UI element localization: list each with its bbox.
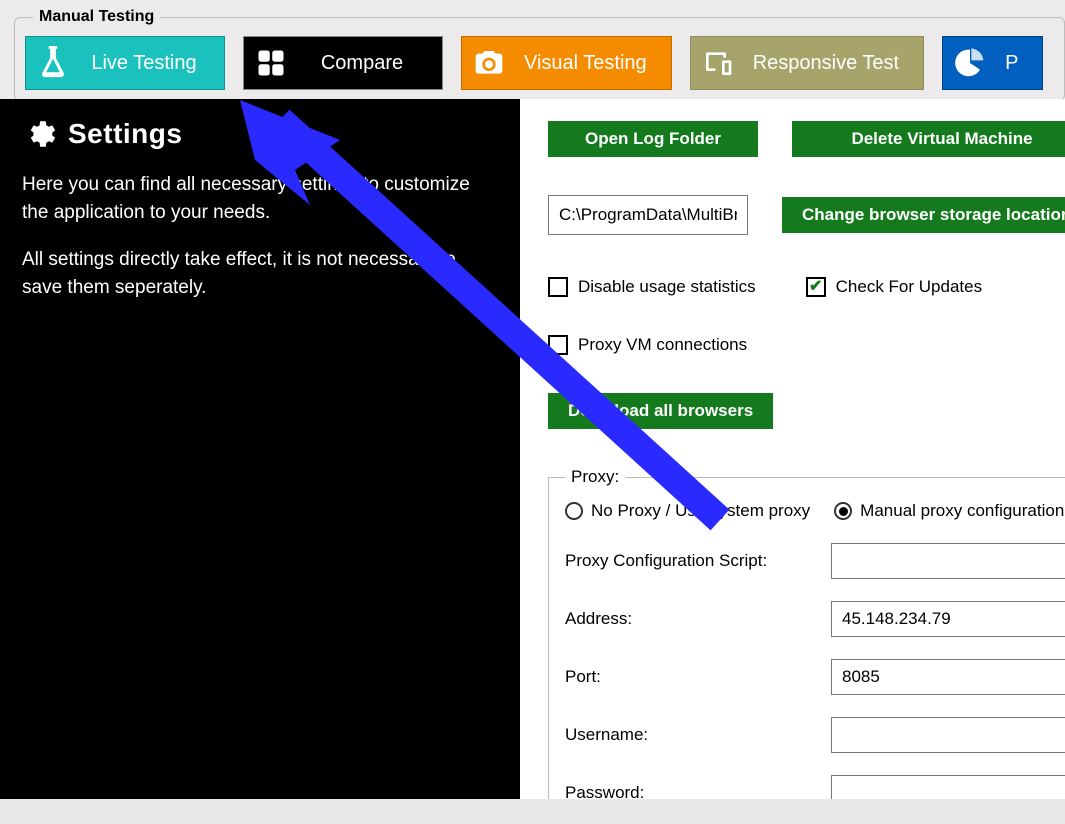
- tab-row: Live Testing Compare Visual Testing Resp…: [25, 36, 1054, 90]
- no-proxy-radio[interactable]: [565, 502, 583, 520]
- proxy-username-label: Username:: [565, 725, 815, 745]
- proxy-group: Proxy: No Proxy / Use system proxy Manua…: [548, 467, 1065, 799]
- check-updates-checkbox[interactable]: [806, 277, 826, 297]
- settings-sidebar: Settings Here you can find all necessary…: [0, 99, 520, 799]
- proxy-script-input[interactable]: [831, 543, 1065, 579]
- proxy-port-label: Port:: [565, 667, 815, 687]
- manual-proxy-label: Manual proxy configuration: [860, 501, 1064, 521]
- proxy-address-label: Address:: [565, 609, 815, 629]
- settings-desc-1: Here you can find all necessary settings…: [22, 171, 498, 226]
- storage-path-input[interactable]: [548, 195, 748, 235]
- delete-vm-button[interactable]: Delete Virtual Machine: [792, 121, 1065, 157]
- no-proxy-label: No Proxy / Use system proxy: [591, 501, 810, 521]
- tab-live-testing[interactable]: Live Testing: [25, 36, 225, 90]
- proxy-username-input[interactable]: [831, 717, 1065, 753]
- manual-testing-group: Manual Testing Live Testing Compare Visu…: [14, 8, 1065, 101]
- flask-icon: [26, 36, 80, 90]
- camera-icon: [462, 36, 516, 90]
- tab-live-label: Live Testing: [80, 52, 208, 75]
- proxy-address-input[interactable]: [831, 601, 1065, 637]
- gear-icon: [22, 117, 56, 151]
- tab-visual-testing[interactable]: Visual Testing: [461, 36, 672, 90]
- tab-compare-label: Compare: [298, 52, 426, 75]
- tab-pie-label: P: [997, 52, 1026, 75]
- grid-icon: [244, 36, 298, 90]
- devices-icon: [691, 36, 745, 90]
- proxy-port-input[interactable]: [831, 659, 1065, 695]
- disable-stats-checkbox[interactable]: [548, 277, 568, 297]
- proxy-password-input[interactable]: [831, 775, 1065, 799]
- proxy-legend: Proxy:: [565, 467, 625, 487]
- proxy-password-label: Password:: [565, 783, 815, 799]
- tab-responsive-label: Responsive Test: [745, 52, 907, 75]
- tab-compare[interactable]: Compare: [243, 36, 443, 90]
- settings-pane: Open Log Folder Delete Virtual Machine C…: [520, 99, 1065, 799]
- tab-pie-partial[interactable]: P: [942, 36, 1043, 90]
- check-updates-label: Check For Updates: [836, 277, 982, 297]
- manual-testing-legend: Manual Testing: [33, 8, 160, 26]
- change-storage-button[interactable]: Change browser storage location: [782, 197, 1065, 233]
- proxy-vm-label: Proxy VM connections: [578, 335, 747, 355]
- proxy-vm-checkbox[interactable]: [548, 335, 568, 355]
- settings-desc-2: All settings directly take effect, it is…: [22, 246, 498, 301]
- proxy-script-label: Proxy Configuration Script:: [565, 551, 815, 571]
- settings-title: Settings: [68, 118, 182, 150]
- manual-proxy-radio[interactable]: [834, 502, 852, 520]
- open-log-folder-button[interactable]: Open Log Folder: [548, 121, 758, 157]
- disable-stats-label: Disable usage statistics: [578, 277, 756, 297]
- pie-chart-icon: [943, 36, 997, 90]
- download-all-browsers-button[interactable]: Download all browsers: [548, 393, 773, 429]
- tab-responsive-test[interactable]: Responsive Test: [690, 36, 924, 90]
- tab-visual-label: Visual Testing: [516, 52, 655, 75]
